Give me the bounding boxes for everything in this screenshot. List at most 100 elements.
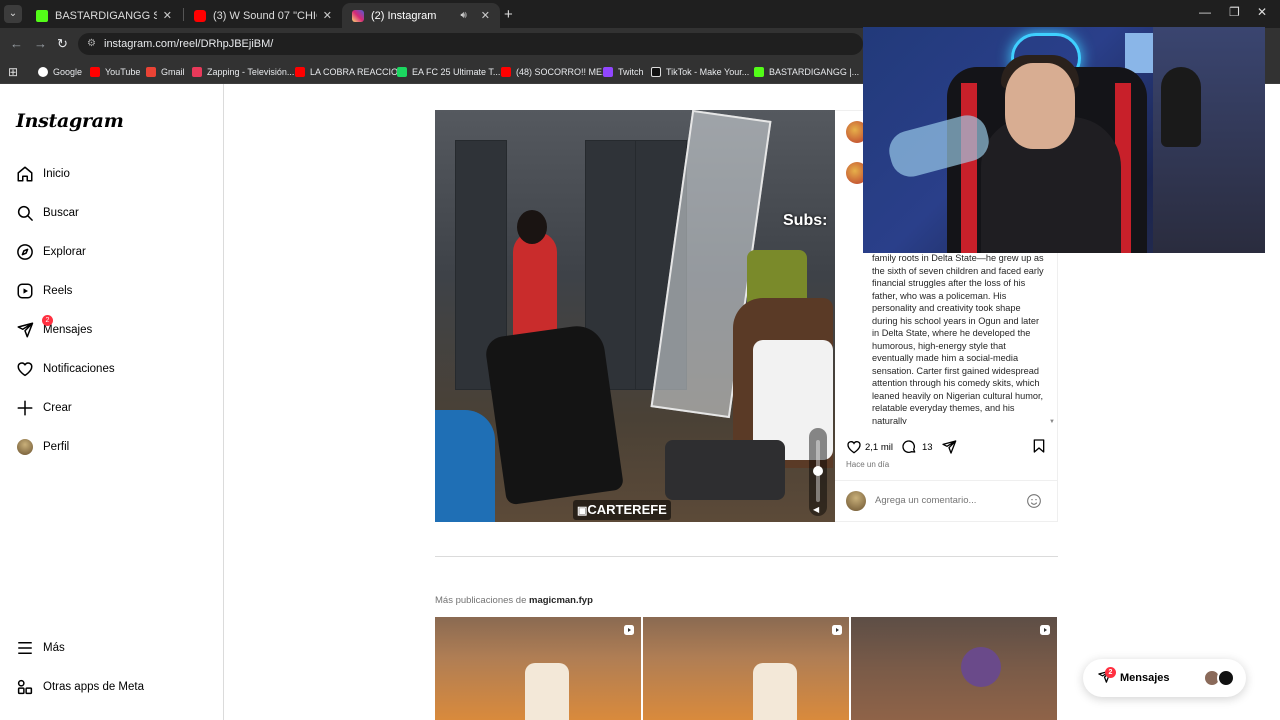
likes-count[interactable]: 2,1 mil	[865, 442, 893, 453]
share-icon[interactable]	[941, 439, 958, 456]
webcam-chair-stripe	[961, 83, 977, 253]
sidebar-item-explorar[interactable]: Explorar	[16, 240, 86, 264]
post-timestamp[interactable]: Hace un día	[846, 460, 889, 469]
instagram-logo[interactable]: Instagram	[16, 110, 124, 132]
bookmark-tiktok[interactable]: TikTok - Make Your...	[651, 64, 749, 79]
save-icon[interactable]	[1031, 438, 1048, 455]
close-tab-icon[interactable]: ✕	[481, 9, 490, 22]
sidebar-item-meta-apps[interactable]: Otras apps de Meta	[16, 675, 144, 699]
thumbnail-figure	[525, 663, 569, 720]
comment-input[interactable]	[875, 495, 1015, 506]
apps-grid-icon[interactable]: ⊞	[8, 64, 18, 79]
sidebar-item-reels[interactable]: Reels	[16, 279, 72, 303]
volume-slider[interactable]: ◀	[809, 428, 827, 516]
sidebar-item-mensajes[interactable]: 2 Mensajes	[16, 315, 92, 342]
sidebar-item-crear[interactable]: Crear	[16, 396, 72, 420]
instagram-favicon-icon	[352, 9, 364, 22]
close-tab-icon[interactable]: ✕	[323, 9, 332, 22]
tiktok-icon	[651, 66, 661, 77]
volume-knob[interactable]	[813, 466, 823, 476]
more-posts-username[interactable]: magicman.fyp	[529, 595, 593, 606]
site-info-icon[interactable]: ⚙	[87, 33, 96, 55]
comment-icon[interactable]	[901, 439, 918, 456]
zapping-icon	[192, 66, 202, 77]
sidebar-item-perfil[interactable]: Perfil	[16, 435, 69, 459]
profile-avatar	[16, 438, 34, 456]
section-divider	[435, 556, 1058, 557]
sidebar-item-notificaciones[interactable]: Notificaciones	[16, 357, 115, 381]
compass-icon	[16, 243, 34, 261]
minimize-button[interactable]: —	[1199, 5, 1211, 19]
tab-bastardigangg[interactable]: BASTARDIGANGG Stream - ✕	[26, 3, 182, 28]
sidebar-item-label: Reels	[43, 285, 73, 297]
sidebar-item-mas[interactable]: Más	[16, 636, 65, 660]
tab-youtube[interactable]: (3) W Sound 07 "CHICA GALÁC ✕	[184, 3, 342, 28]
youtube-icon	[90, 66, 100, 77]
bookmark-youtube[interactable]: YouTube	[90, 64, 140, 79]
forward-icon[interactable]: →	[34, 36, 47, 51]
bookmark-socorro[interactable]: (48) SOCORRO!! ME...	[501, 64, 610, 79]
url-text: instagram.com/reel/DRhpJBEjiBM/	[104, 38, 274, 50]
close-window-button[interactable]: ✕	[1257, 5, 1267, 19]
gmail-icon	[146, 66, 156, 77]
webcam-shelf-box	[1125, 33, 1155, 73]
reload-icon[interactable]: ↻	[57, 36, 68, 52]
bookmark-google[interactable]: Google	[38, 64, 82, 79]
close-tab-icon[interactable]: ✕	[163, 9, 172, 22]
video-person-shorts	[665, 440, 785, 500]
post-thumbnail[interactable]	[851, 617, 1057, 720]
url-bar[interactable]: ⚙ instagram.com/reel/DRhpJBEjiBM/	[78, 33, 863, 55]
reels-icon	[16, 282, 34, 300]
notification-badge: 2	[42, 315, 53, 326]
youtube-favicon-icon	[194, 9, 206, 22]
emoji-icon[interactable]	[1026, 493, 1042, 509]
tab-instagram[interactable]: (2) Instagram 🔊︎ ✕	[342, 3, 500, 28]
sidebar-item-label: Inicio	[43, 168, 70, 180]
comments-count: 13	[921, 441, 933, 453]
speaker-icon[interactable]: ◀	[813, 505, 819, 514]
webcam-figure	[1161, 67, 1201, 147]
bookmark-ea-fc[interactable]: EA FC 25 Ultimate T...	[397, 64, 500, 79]
current-user-avatar	[846, 491, 866, 511]
heart-icon	[16, 360, 34, 378]
maximize-button[interactable]: ❐	[1229, 5, 1240, 19]
tab-title: BASTARDIGANGG Stream -	[55, 9, 157, 22]
sidebar-item-buscar[interactable]: Buscar	[16, 201, 79, 225]
bookmark-bastardigangg[interactable]: BASTARDIGANGG |...	[754, 64, 859, 79]
thumbnail-figure	[753, 663, 797, 720]
bookmark-zapping[interactable]: Zapping - Televisión...	[192, 64, 294, 79]
youtube-icon	[295, 66, 305, 77]
video-watermark: ▣CARTEREFE	[573, 500, 671, 520]
post-actions: 2,1 mil 13	[845, 438, 958, 456]
bookmark-la-cobra[interactable]: LA COBRA REACCIO...	[295, 64, 406, 79]
reel-video[interactable]: Subs: ▣CARTEREFE ◀	[435, 110, 835, 522]
youtube-icon	[501, 66, 511, 77]
like-icon[interactable]	[845, 439, 862, 456]
post-caption: family roots in Delta State—he grew up a…	[872, 253, 1044, 424]
sidebar-item-label: Buscar	[43, 207, 79, 219]
webcam-person-head	[1005, 63, 1075, 149]
bookmark-twitch[interactable]: Twitch	[603, 64, 644, 79]
tab-search-button[interactable]: ⌄	[4, 5, 22, 23]
more-posts-heading: Más publicaciones de magicman.fyp	[435, 595, 593, 606]
post-thumbnail[interactable]	[643, 617, 849, 720]
video-overlay-text: Subs:	[783, 212, 828, 229]
twitch-icon	[603, 66, 613, 77]
bookmark-gmail[interactable]: Gmail	[146, 64, 185, 79]
more-posts-prefix: Más publicaciones de	[435, 595, 527, 606]
home-icon	[16, 165, 34, 183]
scroll-down-icon[interactable]: ▼	[1049, 419, 1055, 425]
thumbnail-image	[643, 617, 849, 720]
webcam-overlay	[863, 27, 1265, 253]
audio-playing-icon[interactable]: 🔊︎	[460, 10, 466, 21]
comment-divider	[835, 480, 1058, 481]
sidebar-item-inicio[interactable]: Inicio	[16, 162, 70, 186]
new-tab-button[interactable]: +	[504, 6, 513, 23]
post-thumbnail[interactable]	[435, 617, 641, 720]
watermark-text: CARTEREFE	[587, 502, 667, 517]
back-icon[interactable]: ←	[10, 36, 23, 51]
twitch-watermark-icon: ▣	[577, 505, 588, 517]
search-icon	[16, 204, 34, 222]
messages-pill[interactable]: 2 Mensajes	[1083, 659, 1246, 697]
conversation-avatar	[1217, 669, 1235, 687]
